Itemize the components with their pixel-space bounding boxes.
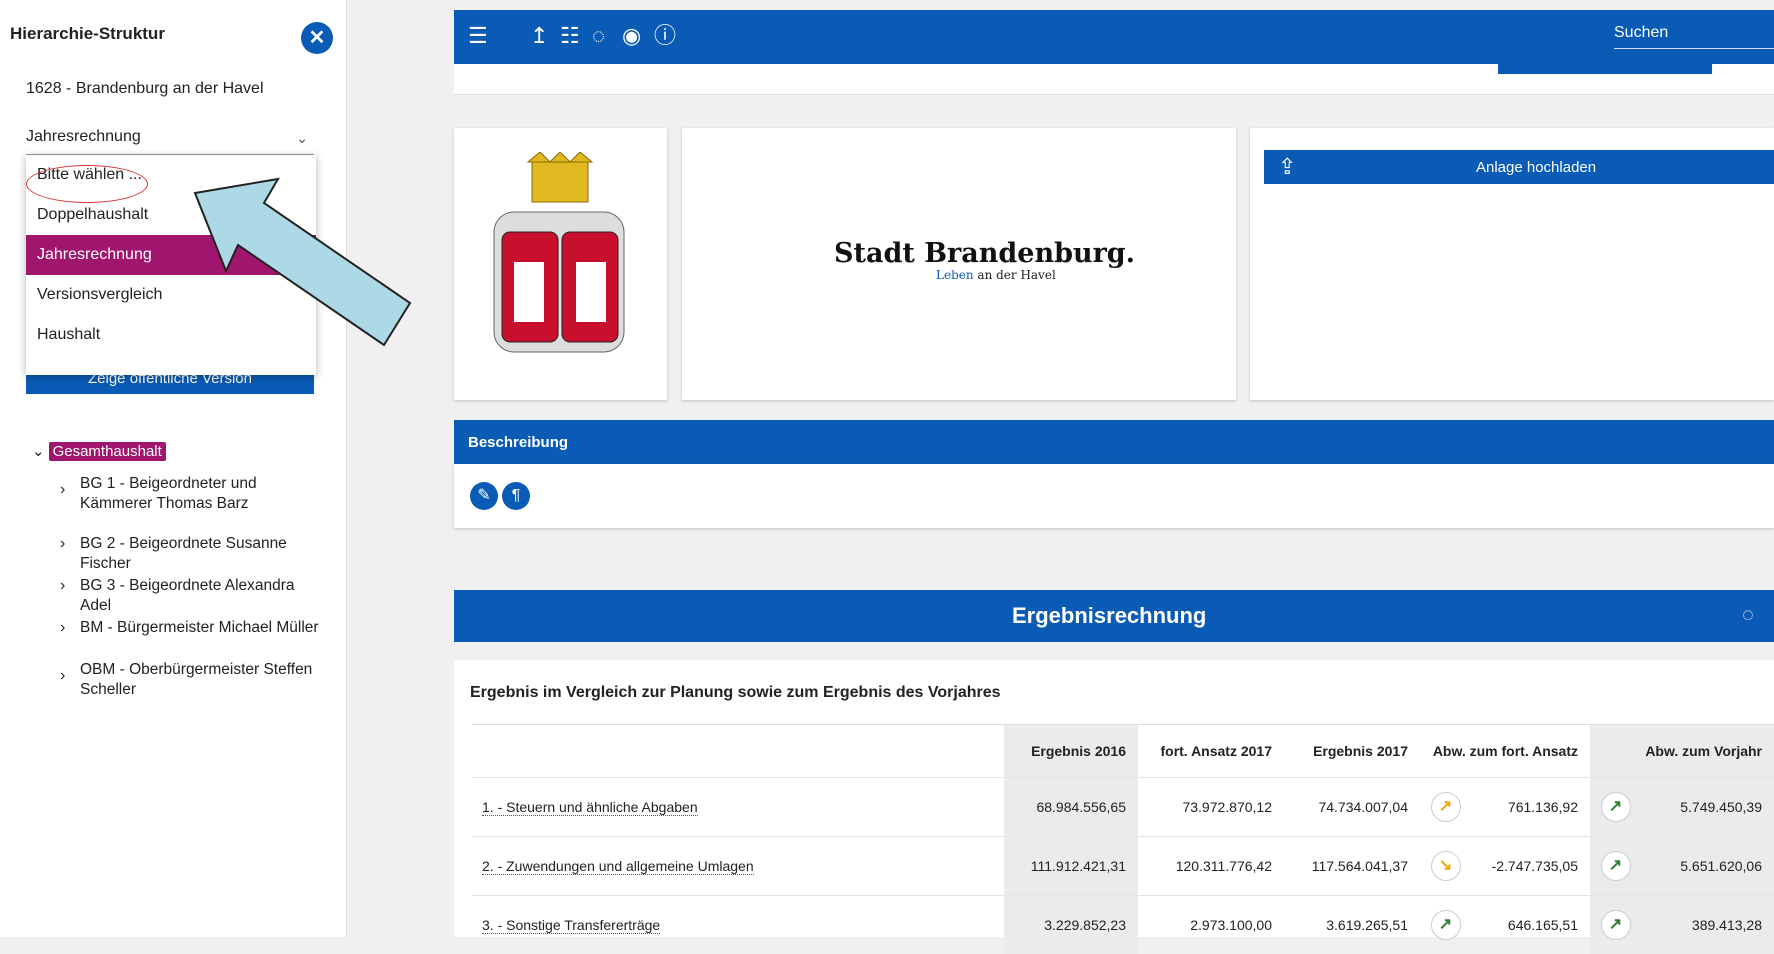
paragraph-icon[interactable]: ¶ bbox=[502, 482, 530, 510]
top-toolbar: ☰ ↥ ☷ ◌ ◉ ⓘ Suchen bbox=[454, 10, 1774, 64]
upload-icon: ⇪ bbox=[1278, 154, 1296, 180]
annotation-arrow bbox=[180, 175, 430, 365]
tree-item[interactable]: ›BG 2 - Beigeordnete Susanne Fischer bbox=[60, 534, 320, 574]
sidebar: Hierarchie-Struktur ✕ 1628 - Brandenburg… bbox=[0, 0, 347, 937]
ergebnis-header: Ergebnisrechnung ◌ bbox=[454, 590, 1774, 642]
info-icon[interactable]: ⓘ bbox=[654, 24, 676, 48]
tree-item-label: BG 1 - Beigeordneter und Kämmerer Thomas… bbox=[60, 474, 320, 514]
chevron-right-icon: › bbox=[60, 618, 65, 638]
cell-abw-ansatz: 646.165,51 bbox=[1470, 896, 1590, 954]
tree-item[interactable]: ›BG 1 - Beigeordneter und Kämmerer Thoma… bbox=[60, 474, 320, 514]
trend-arrow-icon[interactable]: ↗ bbox=[1601, 851, 1631, 881]
organization-name: 1628 - Brandenburg an der Havel bbox=[26, 80, 264, 98]
cell-e2016: 68.984.556,65 bbox=[1004, 778, 1138, 837]
trend-arrow-icon[interactable]: ↗ bbox=[1431, 792, 1461, 822]
tree-item[interactable]: ›OBM - Oberbürgermeister Steffen Schelle… bbox=[60, 660, 320, 700]
tree-item-label: BG 2 - Beigeordnete Susanne Fischer bbox=[60, 534, 320, 574]
table-row: 2. - Zuwendungen und allgemeine Umlagen … bbox=[472, 837, 1774, 896]
comments-icon[interactable]: ◌ bbox=[1742, 604, 1754, 627]
chevron-down-icon: ⌄ bbox=[296, 130, 308, 147]
cell-abw-vj: 5.749.450,39 bbox=[1640, 778, 1774, 837]
row-label[interactable]: 1. - Steuern und ähnliche Abgaben bbox=[472, 778, 1004, 837]
cell-abw-vj: 389.413,28 bbox=[1640, 896, 1774, 954]
close-icon[interactable]: ✕ bbox=[301, 22, 333, 54]
select-value: Jahresrechnung bbox=[26, 128, 141, 145]
brand-tagline: Leben an der Havel bbox=[936, 268, 1056, 282]
top-strip bbox=[454, 64, 1774, 95]
description-header[interactable]: Beschreibung bbox=[454, 420, 1774, 464]
coat-of-arms-icon bbox=[474, 152, 644, 372]
budget-type-select[interactable]: Jahresrechnung ⌄ bbox=[26, 128, 314, 155]
cell-abw-ansatz: 761.136,92 bbox=[1470, 778, 1590, 837]
search-input[interactable]: Suchen bbox=[1614, 24, 1774, 49]
ergebnis-table: Ergebnis 2016 fort. Ansatz 2017 Ergebnis… bbox=[472, 724, 1774, 954]
tree-item-label: BM - Bürgermeister Michael Müller bbox=[60, 618, 320, 638]
cell-ansatz: 2.973.100,00 bbox=[1138, 896, 1284, 954]
table-row: 1. - Steuern und ähnliche Abgaben 68.984… bbox=[472, 778, 1774, 837]
list-icon[interactable]: ☷ bbox=[560, 24, 580, 48]
strip-button[interactable] bbox=[1498, 64, 1712, 74]
sidebar-title: Hierarchie-Struktur bbox=[10, 24, 165, 44]
table-row: 3. - Sonstige Transfererträge 3.229.852,… bbox=[472, 896, 1774, 954]
trend-arrow-icon[interactable]: ↗ bbox=[1601, 792, 1631, 822]
tree-item-label: BG 3 - Beigeordnete Alexandra Adel bbox=[60, 576, 320, 616]
chevron-right-icon: › bbox=[60, 480, 65, 500]
tree-item-label: OBM - Oberbürgermeister Steffen Scheller bbox=[60, 660, 320, 700]
ergebnis-card: Ergebnis im Vergleich zur Planung sowie … bbox=[454, 660, 1774, 937]
tree-root[interactable]: ⌄Gesamthaushalt bbox=[32, 442, 166, 460]
row-label[interactable]: 2. - Zuwendungen und allgemeine Umlagen bbox=[472, 837, 1004, 896]
comments-icon[interactable]: ◌ bbox=[592, 24, 605, 48]
tree-item[interactable]: ›BG 3 - Beigeordnete Alexandra Adel bbox=[60, 576, 320, 616]
brand-tagline-blue: Leben bbox=[936, 268, 974, 282]
column-header bbox=[472, 725, 1004, 778]
chevron-right-icon: › bbox=[60, 666, 65, 686]
cell-e2016: 111.912.421,31 bbox=[1004, 837, 1138, 896]
chevron-down-icon: ⌄ bbox=[32, 443, 45, 460]
cell-abw-ansatz: -2.747.735,05 bbox=[1470, 837, 1590, 896]
eye-icon[interactable]: ◉ bbox=[622, 24, 641, 48]
column-header: Abw. zum Vorjahr bbox=[1590, 725, 1774, 778]
description-label: Beschreibung bbox=[468, 434, 568, 451]
menu-icon[interactable]: ☰ bbox=[468, 24, 488, 48]
cell-e2017: 3.619.265,51 bbox=[1284, 896, 1420, 954]
column-header: fort. Ansatz 2017 bbox=[1138, 725, 1284, 778]
coat-of-arms-card bbox=[454, 128, 667, 400]
column-header: Ergebnis 2016 bbox=[1004, 725, 1138, 778]
brand-tagline-rest: an der Havel bbox=[974, 268, 1056, 282]
cell-ansatz: 120.311.776,42 bbox=[1138, 837, 1284, 896]
cell-e2017: 74.734.007,04 bbox=[1284, 778, 1420, 837]
upload-arrow-icon[interactable]: ↥ bbox=[530, 24, 548, 48]
brand-logo: Stadt Brandenburg. bbox=[834, 238, 1135, 269]
edit-icon[interactable]: ✎ bbox=[470, 482, 498, 510]
trend-arrow-icon[interactable]: ↘ bbox=[1431, 851, 1461, 881]
ergebnis-title: Ergebnisrechnung bbox=[1012, 603, 1206, 629]
cell-abw-vj: 5.651.620,06 bbox=[1640, 837, 1774, 896]
trend-arrow-icon[interactable]: ↗ bbox=[1601, 910, 1631, 940]
upload-button[interactable]: ⇪ Anlage hochladen bbox=[1264, 150, 1774, 184]
chevron-right-icon: › bbox=[60, 576, 65, 596]
cell-e2017: 117.564.041,37 bbox=[1284, 837, 1420, 896]
tree-item[interactable]: ›BM - Bürgermeister Michael Müller bbox=[60, 618, 320, 638]
chevron-right-icon: › bbox=[60, 534, 65, 554]
ergebnis-subtitle: Ergebnis im Vergleich zur Planung sowie … bbox=[470, 684, 1001, 702]
tree-root-label: Gesamthaushalt bbox=[49, 442, 166, 461]
column-header: Abw. zum fort. Ansatz bbox=[1420, 725, 1590, 778]
cell-ansatz: 73.972.870,12 bbox=[1138, 778, 1284, 837]
cell-e2016: 3.229.852,23 bbox=[1004, 896, 1138, 954]
description-body: ✎ ¶ bbox=[454, 464, 1774, 528]
row-label[interactable]: 3. - Sonstige Transfererträge bbox=[472, 896, 1004, 954]
column-header: Ergebnis 2017 bbox=[1284, 725, 1420, 778]
trend-arrow-icon[interactable]: ↗ bbox=[1431, 910, 1461, 940]
upload-label: Anlage hochladen bbox=[1476, 159, 1596, 176]
